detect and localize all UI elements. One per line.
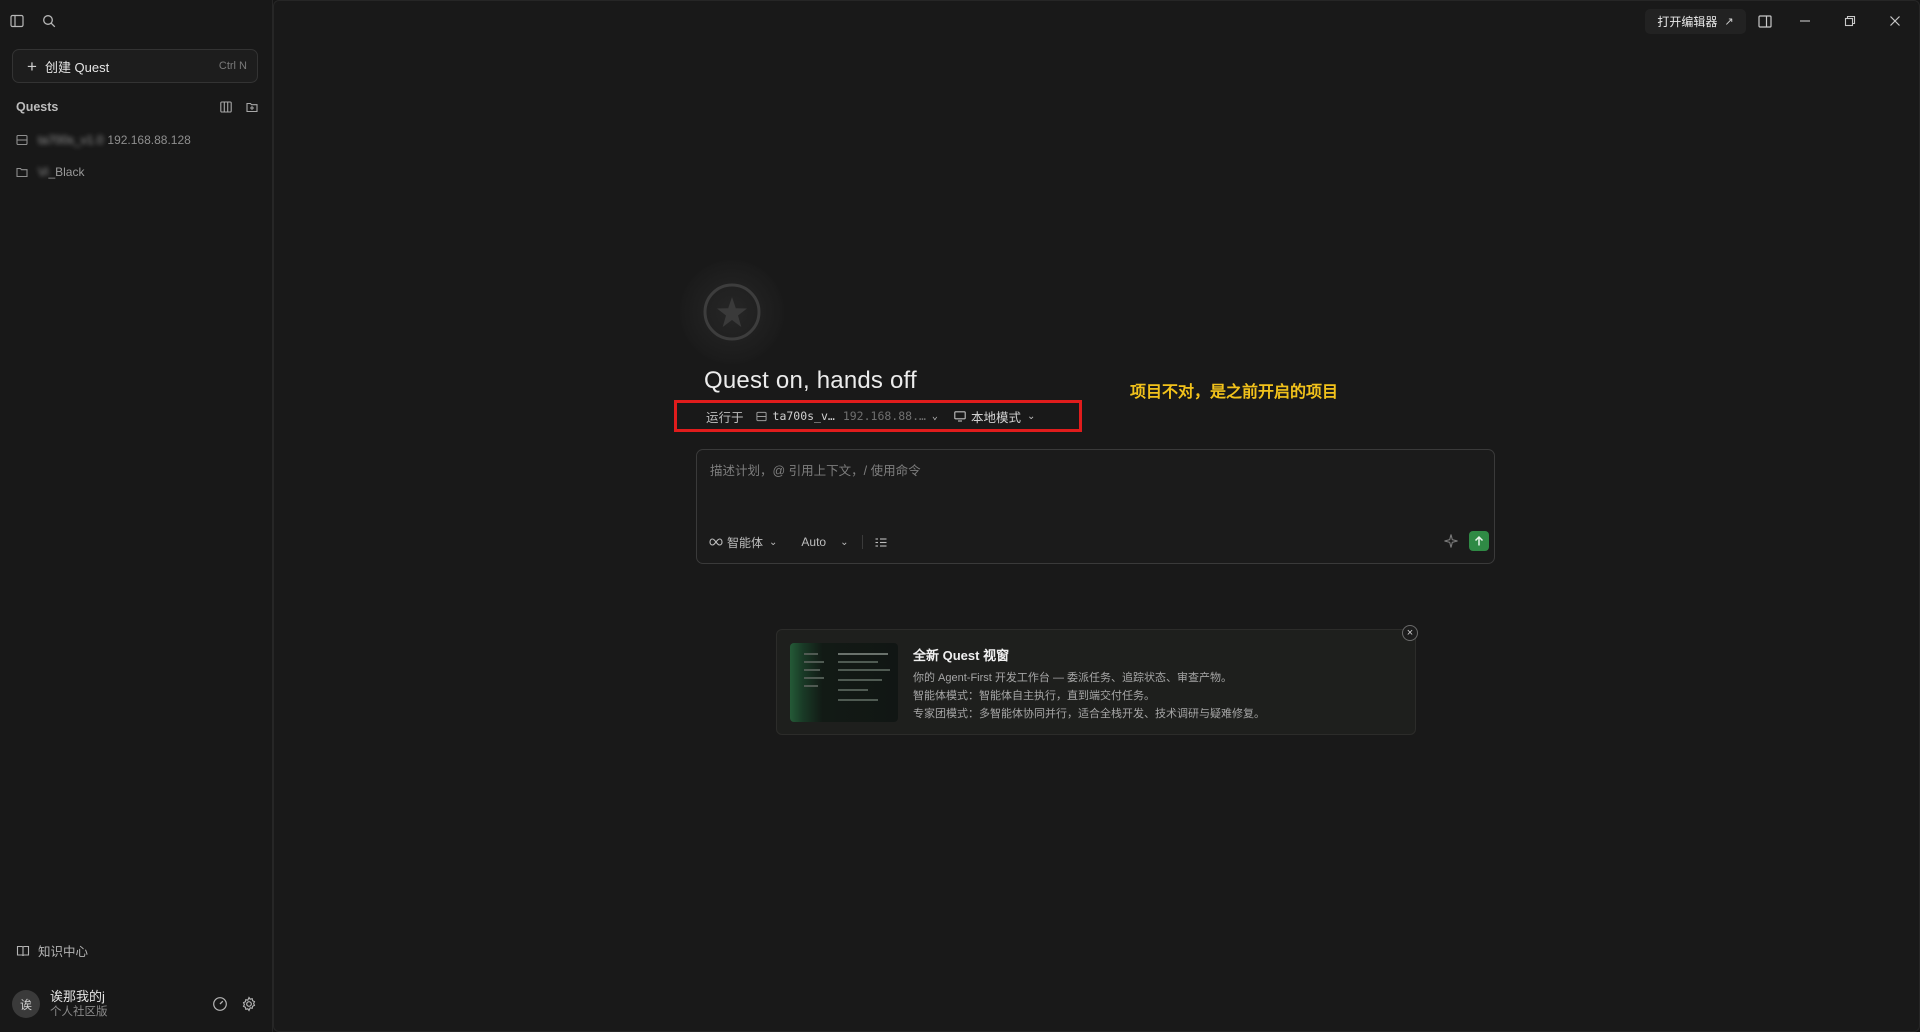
open-editor-button[interactable]: 打开编辑器 ↗ bbox=[1645, 9, 1746, 34]
toggle-sidebar-icon[interactable] bbox=[8, 12, 26, 30]
external-arrow-icon: ↗ bbox=[1724, 16, 1734, 28]
prompt-input-box[interactable]: 描述计划，@ 引用上下文，/ 使用命令 智能体 ⌄ Auto ⌄ bbox=[696, 449, 1495, 564]
plus-icon: + bbox=[27, 56, 37, 76]
project-name: ta700s_v… bbox=[772, 409, 835, 423]
chevron-down-icon: ⌄ bbox=[769, 536, 778, 548]
prompt-placeholder: 描述计划，@ 引用上下文，/ 使用命令 bbox=[710, 464, 921, 478]
quest-item[interactable]: ta700s_v1.0 192.168.88.128 bbox=[16, 131, 191, 149]
checklist-icon[interactable] bbox=[875, 537, 887, 548]
quest-ip: 192.168.88.128 bbox=[107, 133, 191, 147]
columns-view-icon[interactable] bbox=[218, 99, 234, 115]
mode-selector[interactable]: 本地模式 ⌄ bbox=[954, 407, 1035, 426]
create-quest-label: 创建 Quest bbox=[44, 59, 110, 75]
create-quest-shortcut: Ctrl N bbox=[218, 60, 247, 72]
knowledge-center-link[interactable]: 知识中心 bbox=[16, 941, 88, 960]
send-button[interactable] bbox=[1469, 531, 1489, 551]
card-line: 你的 Agent-First 开发工作台 — 委派任务、追踪状态、审查产物。 bbox=[913, 672, 1233, 684]
mode-label: 本地模式 bbox=[970, 410, 1021, 425]
run-label: 运行于 bbox=[706, 410, 744, 425]
minimize-icon[interactable] bbox=[1797, 13, 1813, 29]
chevron-down-icon: ⌄ bbox=[1026, 410, 1036, 422]
toolbar-divider bbox=[862, 535, 864, 549]
server-icon bbox=[16, 133, 30, 147]
toggle-panel-icon[interactable] bbox=[1757, 13, 1773, 29]
user-name: 诶那我的j bbox=[50, 989, 105, 1004]
create-quest-button[interactable]: + 创建 Quest Ctrl N bbox=[12, 49, 258, 83]
new-folder-icon[interactable] bbox=[244, 99, 260, 115]
sidebar-top-icons bbox=[8, 12, 58, 30]
usage-gauge-icon[interactable] bbox=[212, 996, 229, 1013]
chevron-down-icon: ⌄ bbox=[931, 410, 938, 422]
avatar: 诶 bbox=[12, 990, 40, 1018]
knowledge-center-label: 知识中心 bbox=[38, 945, 89, 959]
server-icon bbox=[755, 411, 767, 421]
agent-label: 智能体 bbox=[727, 535, 764, 550]
quest-name-blurred: ta700s_v1.0 bbox=[38, 133, 104, 147]
sidebar: + 创建 Quest Ctrl N Quests ta700s_v1.0 192… bbox=[0, 0, 273, 1032]
user-plan: 个人社区版 bbox=[50, 1006, 108, 1018]
open-editor-label: 打开编辑器 bbox=[1657, 15, 1718, 29]
sparkle-icon[interactable] bbox=[1443, 533, 1459, 549]
prompt-toolbar: 智能体 ⌄ Auto ⌄ bbox=[709, 534, 887, 550]
user-actions bbox=[212, 995, 258, 1013]
model-selector[interactable]: Auto ⌄ bbox=[801, 535, 848, 549]
quest-star-icon bbox=[703, 283, 761, 341]
run-context-bar: 运行于 ta700s_v… 192.168.88.… ⌄ 本地模式 ⌄ bbox=[706, 407, 1035, 426]
card-line: 专家团模式：多智能体协同并行，适合全栈开发、技术调研与疑难修复。 bbox=[913, 708, 1265, 720]
project-ip: 192.168.88.… bbox=[842, 409, 926, 423]
user-profile[interactable]: 诶 诶那我的j 个人社区版 bbox=[12, 986, 258, 1022]
infinity-icon bbox=[709, 538, 723, 546]
restore-icon[interactable] bbox=[1842, 13, 1858, 29]
close-card-icon[interactable]: × bbox=[1402, 625, 1418, 641]
quest-item[interactable]: Vi _Black bbox=[16, 163, 84, 181]
quests-title: Quests bbox=[16, 100, 59, 114]
quest-logo bbox=[680, 260, 784, 364]
close-window-icon[interactable] bbox=[1887, 13, 1903, 29]
folder-icon bbox=[16, 165, 30, 179]
user-info: 诶那我的j 个人社区版 bbox=[50, 988, 108, 1020]
quests-header: Quests bbox=[16, 99, 260, 115]
quest-name-blurred: Vi bbox=[38, 165, 49, 179]
preview-thumbnail bbox=[790, 643, 898, 722]
settings-gear-icon[interactable] bbox=[241, 995, 258, 1013]
card-line: 智能体模式：智能体自主执行，直到端交付任务。 bbox=[913, 690, 1155, 702]
whats-new-card: 全新 Quest 视窗 你的 Agent-First 开发工作台 — 委派任务、… bbox=[776, 629, 1416, 735]
page-title: Quest on, hands off bbox=[704, 367, 917, 394]
monitor-icon bbox=[954, 410, 966, 422]
agent-mode-selector[interactable]: 智能体 ⌄ bbox=[709, 534, 777, 551]
model-label: Auto bbox=[801, 535, 827, 549]
card-title: 全新 Quest 视窗 bbox=[913, 648, 1010, 663]
arrow-up-icon bbox=[1474, 535, 1484, 546]
chevron-down-icon: ⌄ bbox=[840, 536, 849, 548]
quest-name-tail: _Black bbox=[48, 165, 85, 179]
project-selector[interactable]: ta700s_v… 192.168.88.… ⌄ bbox=[755, 409, 938, 423]
annotation-text: 项目不对，是之前开启的项目 bbox=[1130, 384, 1339, 401]
search-icon[interactable] bbox=[40, 12, 58, 30]
book-icon bbox=[16, 944, 30, 958]
